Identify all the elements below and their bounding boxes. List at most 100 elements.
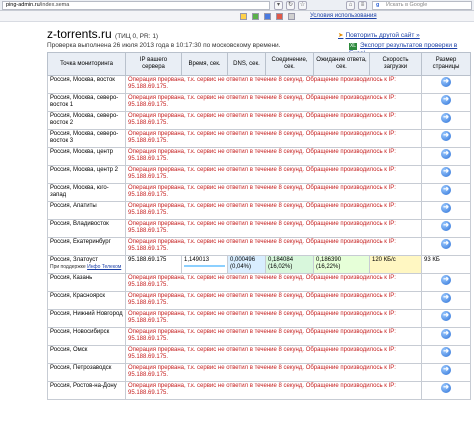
table-row: Россия, Златоуст При поддержке Инфо Телек… — [47, 255, 471, 274]
table-row: Россия, Москва, северо-восток 1 Операция … — [47, 93, 471, 112]
recheck-arrow-icon[interactable]: ➜ — [441, 113, 451, 123]
col-header[interactable]: Скорость загрузки — [369, 52, 422, 76]
recheck-cell[interactable]: ➜ — [421, 93, 471, 112]
recheck-cell[interactable]: ➜ — [421, 201, 471, 220]
green-square-icon[interactable] — [252, 13, 259, 20]
recheck-arrow-icon[interactable]: ➜ — [441, 185, 451, 195]
recheck-cell[interactable]: ➜ — [421, 111, 471, 130]
url-field[interactable]: ping-admin.ru/index.sema — [2, 1, 270, 10]
location-color-marker — [48, 202, 49, 220]
recheck-cell[interactable]: ➜ — [421, 327, 471, 346]
col-header[interactable]: Точка мониторинга — [47, 52, 126, 76]
location-cell: Россия, Владивосток — [47, 219, 126, 238]
location-cell: Россия, Петрозаводск — [47, 363, 126, 382]
repeat-check-link[interactable]: ➤ Повторить другой сайт » — [338, 31, 420, 39]
table-row: Россия, Москва, центр Операция прервана, … — [47, 147, 471, 166]
recheck-cell[interactable]: ➜ — [421, 291, 471, 310]
error-message: Операция прервана, т.к. сервис не ответи… — [125, 165, 422, 184]
location-cell: Россия, Омск — [47, 345, 126, 364]
recheck-arrow-icon[interactable]: ➜ — [441, 221, 451, 231]
table-row: Россия, Москва, центр 2 Операция прервана… — [47, 165, 471, 184]
recheck-cell[interactable]: ➜ — [421, 147, 471, 166]
table-row: Россия, Омск Операция прервана, т.к. серв… — [47, 345, 471, 364]
recheck-arrow-icon[interactable]: ➜ — [441, 275, 451, 285]
recheck-cell[interactable]: ➜ — [421, 129, 471, 148]
location-name: Россия, Москва, юго-запад — [50, 185, 109, 198]
recheck-arrow-icon[interactable]: ➜ — [441, 149, 451, 159]
table-row: Россия, Казань Операция прервана, т.к. се… — [47, 273, 471, 292]
table-row: Россия, Нижний Новгород Операция прервана… — [47, 309, 471, 328]
download-speed-value: 120 КБ/с — [372, 257, 396, 263]
dropdown-icon[interactable]: ▾ — [274, 1, 283, 10]
recheck-arrow-icon[interactable]: ➜ — [441, 131, 451, 141]
table-row: Россия, Екатеринбург Операция прервана, т… — [47, 237, 471, 256]
bookmark-icon[interactable]: ≡ — [358, 1, 367, 10]
recheck-cell[interactable]: ➜ — [421, 183, 471, 202]
location-color-marker — [48, 256, 49, 274]
col-header[interactable]: Размер страницы — [421, 52, 471, 76]
recheck-cell[interactable]: ➜ — [421, 219, 471, 238]
error-message: Операция прервана, т.к. сервис не ответи… — [125, 147, 422, 166]
star-icon[interactable]: ☆ — [298, 1, 307, 10]
excel-icon: XL — [349, 43, 357, 50]
site-name: z-torrents.ru — [47, 27, 112, 41]
col-header[interactable]: IP вашего сервера — [125, 52, 182, 76]
recheck-cell[interactable]: ➜ — [421, 237, 471, 256]
recheck-arrow-icon[interactable]: ➜ — [441, 95, 451, 105]
connect-time-percent: (16,02%) — [268, 264, 293, 270]
location-color-marker — [48, 148, 49, 166]
recheck-arrow-icon[interactable]: ➜ — [441, 365, 451, 375]
search-input[interactable]: g Искать в Google — [372, 1, 472, 10]
blue-square-icon[interactable] — [264, 13, 271, 20]
recheck-arrow-icon[interactable]: ➜ — [441, 293, 451, 303]
page-size: 93 КБ — [421, 255, 471, 274]
recheck-arrow-icon[interactable]: ➜ — [441, 329, 451, 339]
recheck-cell[interactable]: ➜ — [421, 345, 471, 364]
table-row: Россия, Москва, северо-восток 2 Операция … — [47, 111, 471, 130]
usage-terms-link[interactable]: Условия использования — [310, 13, 377, 19]
red-square-icon[interactable] — [276, 13, 283, 20]
error-message: Операция прервана, т.к. сервис не ответи… — [125, 219, 422, 238]
search-placeholder: Искать в Google — [386, 2, 428, 8]
refresh-icon[interactable]: ↻ — [286, 1, 295, 10]
yellow-square-icon[interactable] — [240, 13, 247, 20]
recheck-arrow-icon[interactable]: ➜ — [441, 311, 451, 321]
col-header[interactable]: DNS, сек. — [227, 52, 266, 76]
gray-square-icon[interactable] — [288, 13, 295, 20]
location-cell: Россия, Апатиты — [47, 201, 126, 220]
table-row: Россия, Москва, восток Операция прервана,… — [47, 75, 471, 94]
col-header[interactable]: Время, сек. — [181, 52, 228, 76]
location-cell: Россия, Казань — [47, 273, 126, 292]
location-color-marker — [48, 112, 49, 130]
home-icon[interactable]: ⌂ — [346, 1, 355, 10]
location-name: Россия, Омск — [50, 347, 88, 353]
location-cell: Россия, Москва, северо-восток 3 — [47, 129, 126, 148]
location-color-marker — [48, 364, 49, 382]
recheck-cell[interactable]: ➜ — [421, 309, 471, 328]
location-color-marker — [48, 130, 49, 148]
table-row: Россия, Апатиты Операция прервана, т.к. с… — [47, 201, 471, 220]
recheck-cell[interactable]: ➜ — [421, 363, 471, 382]
recheck-arrow-icon[interactable]: ➜ — [441, 347, 451, 357]
table-row: Россия, Красноярск Операция прервана, т.к… — [47, 291, 471, 310]
recheck-cell[interactable]: ➜ — [421, 165, 471, 184]
recheck-arrow-icon[interactable]: ➜ — [441, 239, 451, 249]
recheck-cell[interactable]: ➜ — [421, 381, 471, 400]
recheck-arrow-icon[interactable]: ➜ — [441, 167, 451, 177]
sponsor-link[interactable]: Инфо Телеком — [87, 264, 121, 270]
location-name: Россия, Екатеринбург — [50, 239, 111, 245]
recheck-arrow-icon[interactable]: ➜ — [441, 77, 451, 87]
recheck-cell[interactable]: ➜ — [421, 75, 471, 94]
recheck-arrow-icon[interactable]: ➜ — [441, 203, 451, 213]
location-name: Россия, Ростов-на-Дону — [50, 383, 117, 389]
location-color-marker — [48, 184, 49, 202]
location-color-marker — [48, 346, 49, 364]
location-cell: Россия, Златоуст При поддержке Инфо Телек… — [47, 255, 126, 274]
location-cell: Россия, Екатеринбург — [47, 237, 126, 256]
recheck-arrow-icon[interactable]: ➜ — [441, 383, 451, 393]
error-message: Операция прервана, т.к. сервис не ответи… — [125, 93, 422, 112]
col-header[interactable]: Соединение, сек. — [265, 52, 314, 76]
page-title: z-torrents.ru (ТИЦ 0, PR: 1) — [47, 27, 158, 41]
col-header[interactable]: Ожидание ответа, сек. — [313, 52, 370, 76]
recheck-cell[interactable]: ➜ — [421, 273, 471, 292]
